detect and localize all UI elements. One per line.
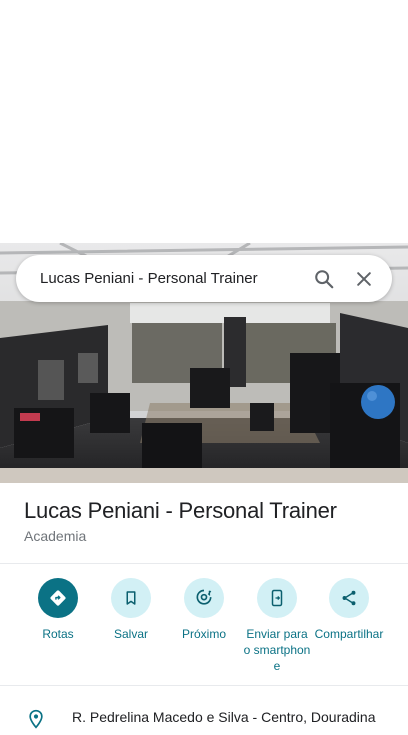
send-to-phone-button[interactable]: Enviar para o smartphone bbox=[242, 578, 312, 674]
place-category[interactable]: Academia bbox=[24, 528, 86, 544]
address-text: R. Pedrelina Macedo e Silva - Centro, Do… bbox=[72, 709, 376, 725]
close-icon[interactable] bbox=[344, 259, 384, 299]
search-input[interactable]: Lucas Peniani - Personal Trainer bbox=[40, 270, 304, 287]
address-row[interactable]: R. Pedrelina Macedo e Silva - Centro, Do… bbox=[0, 704, 408, 729]
action-label: Rotas bbox=[42, 627, 74, 641]
action-label: Próximo bbox=[181, 627, 226, 641]
search-bar[interactable]: Lucas Peniani - Personal Trainer bbox=[16, 255, 392, 302]
bookmark-icon bbox=[111, 578, 151, 618]
location-pin-icon bbox=[26, 708, 46, 735]
map-blank-area bbox=[0, 0, 408, 243]
directions-icon bbox=[38, 578, 78, 618]
action-label: Compartilhar bbox=[314, 627, 384, 641]
place-title: Lucas Peniani - Personal Trainer bbox=[24, 498, 337, 523]
send-to-phone-icon bbox=[257, 578, 297, 618]
share-icon bbox=[329, 578, 369, 618]
directions-button[interactable]: Rotas bbox=[23, 578, 93, 642]
divider bbox=[0, 563, 408, 564]
action-label: Salvar bbox=[113, 627, 148, 641]
save-button[interactable]: Salvar bbox=[96, 578, 166, 642]
share-button[interactable]: Compartilhar bbox=[314, 578, 384, 642]
divider bbox=[0, 685, 408, 686]
nearby-icon bbox=[184, 578, 224, 618]
nearby-button[interactable]: Próximo bbox=[169, 578, 239, 642]
search-icon[interactable] bbox=[304, 259, 344, 299]
action-label: Enviar para o smartphone bbox=[243, 627, 311, 673]
